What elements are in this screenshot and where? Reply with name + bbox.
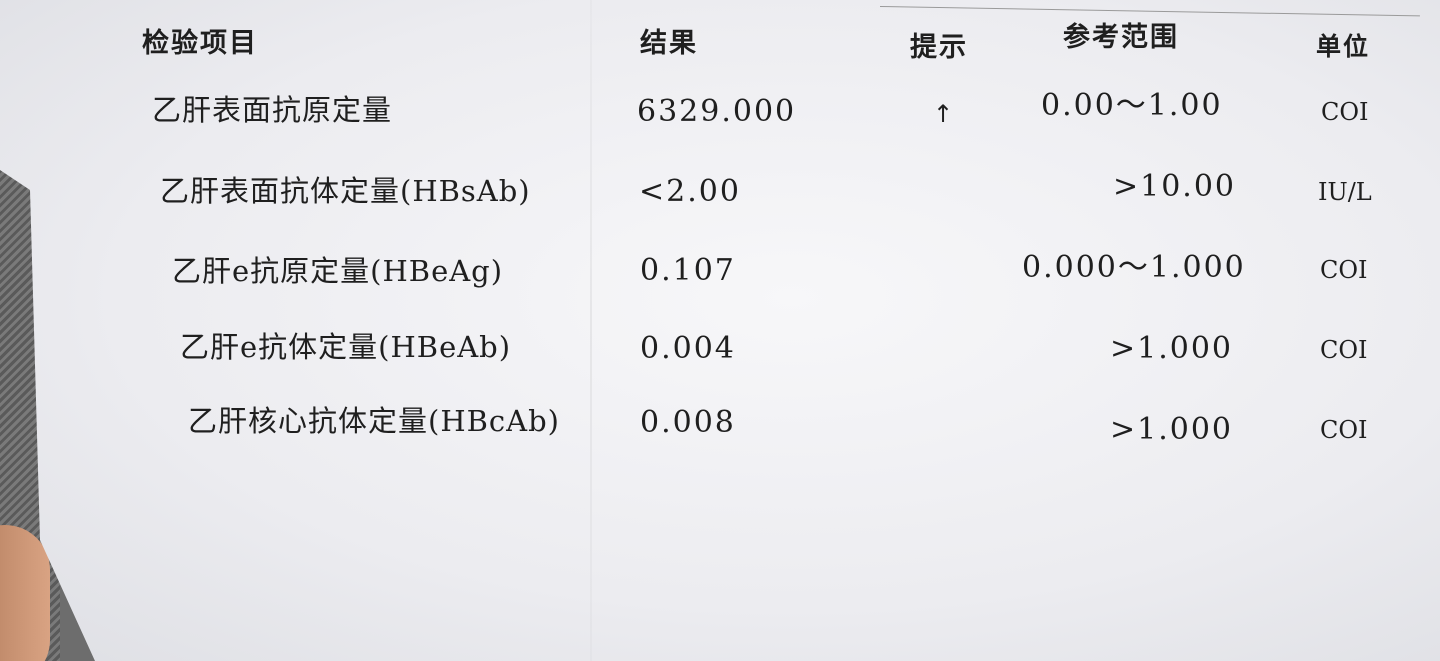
row-result: 6329.000 bbox=[637, 94, 797, 129]
row-range: 0.000～1.000 bbox=[1022, 250, 1246, 285]
row-item: 乙肝e抗体定量(HBeAb) bbox=[180, 330, 512, 364]
lab-report-paper: 检验项目 结果 提示 参考范围 单位 乙肝表面抗原定量 6329.000 ↑ 0… bbox=[0, 0, 1440, 661]
paper-edge-line bbox=[879, 6, 1420, 17]
header-result: 结果 bbox=[640, 28, 698, 59]
paper-fold bbox=[590, 0, 592, 661]
row-range: 0.00～1.00 bbox=[1041, 88, 1223, 123]
row-unit: IU/L bbox=[1318, 178, 1372, 206]
header-range: 参考范围 bbox=[1063, 22, 1179, 53]
row-range: >1.000 bbox=[1110, 412, 1234, 447]
row-unit: COI bbox=[1320, 336, 1368, 364]
row-result: 0.008 bbox=[640, 405, 736, 440]
row-result: 0.107 bbox=[640, 253, 736, 288]
row-unit: COI bbox=[1320, 416, 1368, 444]
row-item: 乙肝表面抗体定量(HBsAb) bbox=[160, 174, 531, 208]
row-range: >1.000 bbox=[1110, 331, 1234, 366]
row-item: 乙肝表面抗原定量 bbox=[152, 93, 393, 127]
row-item: 乙肝核心抗体定量(HBcAb) bbox=[188, 404, 560, 438]
row-result: 0.004 bbox=[640, 331, 736, 366]
row-unit: COI bbox=[1320, 256, 1368, 284]
header-flag: 提示 bbox=[910, 32, 968, 63]
header-item: 检验项目 bbox=[142, 28, 258, 59]
row-unit: COI bbox=[1321, 98, 1369, 126]
header-unit: 单位 bbox=[1316, 32, 1371, 61]
row-range: >10.00 bbox=[1113, 169, 1237, 204]
row-result: <2.00 bbox=[639, 174, 741, 209]
row-item: 乙肝e抗原定量(HBeAg) bbox=[172, 254, 504, 288]
up-arrow-icon: ↑ bbox=[933, 100, 954, 128]
